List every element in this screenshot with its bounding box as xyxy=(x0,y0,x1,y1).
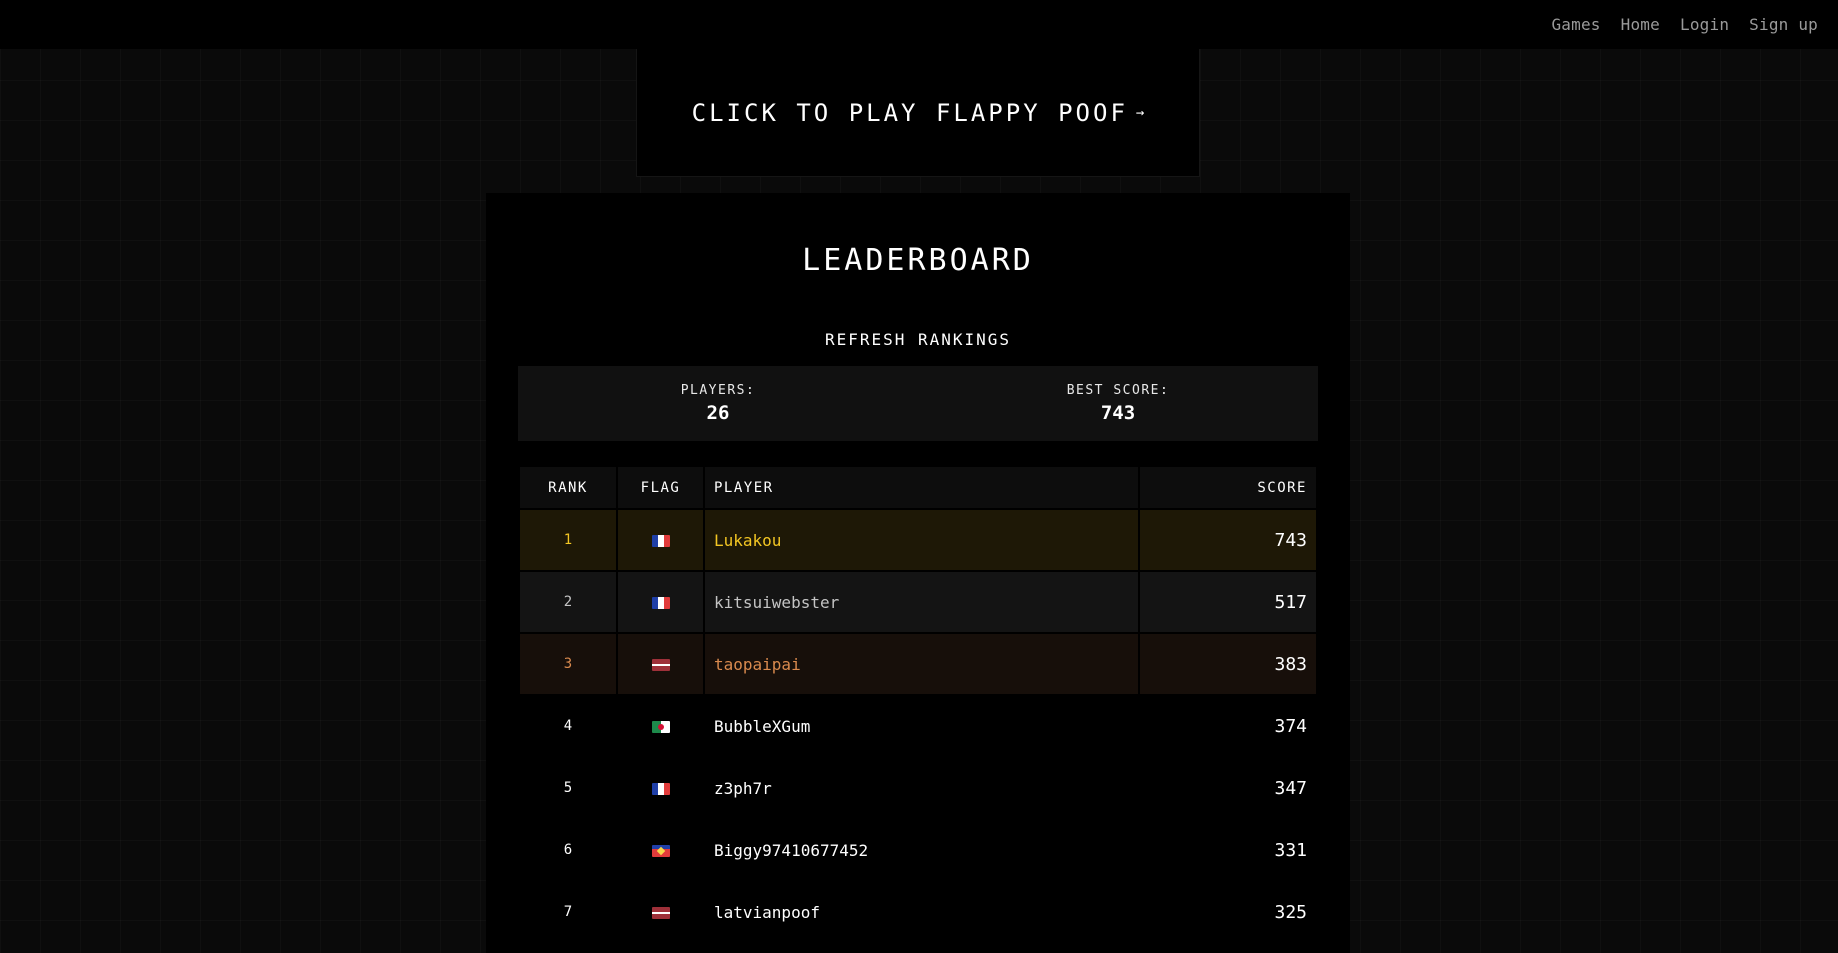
table-row: 5 z3ph7r 347 xyxy=(520,758,1316,818)
player-name: z3ph7r xyxy=(714,778,772,798)
rank-cell: 2 xyxy=(563,594,573,610)
nav-link-login[interactable]: Login xyxy=(1680,15,1729,34)
leaderboard-panel: LEADERBOARD REFRESH RANKINGS PLAYERS: 26… xyxy=(486,193,1350,953)
flag-icon xyxy=(651,783,670,795)
players-label: PLAYERS: xyxy=(680,383,756,398)
player-name: latvianpoof xyxy=(714,902,820,922)
table-row: 2 kitsuiwebster 517 xyxy=(520,572,1316,632)
player-name: Lukakou xyxy=(714,530,782,550)
player-name: Biggy97410677452 xyxy=(714,840,869,860)
play-game-label: CLICK TO PLAY FLAPPY POOF xyxy=(691,98,1128,127)
column-header-player: PLAYER xyxy=(705,467,1138,508)
column-header-flag: FLAG xyxy=(618,467,703,508)
flag-icon xyxy=(651,845,670,857)
score-cell: 374 xyxy=(1140,696,1316,756)
players-count: 26 xyxy=(706,402,730,424)
score-cell: 743 xyxy=(1140,510,1316,570)
best-score-value: 743 xyxy=(1100,402,1136,424)
leaderboard-table: RANK FLAG PLAYER SCORE 1 Lukakou 743 2 k… xyxy=(518,465,1318,944)
nav-links: Games Home Login Sign up xyxy=(1551,0,1818,49)
top-nav-bar: Games Home Login Sign up xyxy=(0,0,1838,49)
best-score-stat: BEST SCORE: 743 xyxy=(918,366,1318,441)
player-name: BubbleXGum xyxy=(714,716,811,736)
player-name: kitsuiwebster xyxy=(714,592,840,612)
nav-link-home[interactable]: Home xyxy=(1621,15,1660,34)
table-row: 3 taopaipai 383 xyxy=(520,634,1316,694)
nav-link-signup[interactable]: Sign up xyxy=(1749,15,1818,34)
rank-cell: 3 xyxy=(563,656,573,672)
rank-cell: 4 xyxy=(563,718,573,734)
nav-link-games[interactable]: Games xyxy=(1551,15,1600,34)
table-row: 4 BubbleXGum 374 xyxy=(520,696,1316,756)
score-cell: 325 xyxy=(1140,882,1316,942)
rank-cell: 1 xyxy=(563,532,573,548)
column-header-score: SCORE xyxy=(1140,467,1316,508)
flag-icon xyxy=(651,721,670,733)
table-row: 6 Biggy97410677452 331 xyxy=(520,820,1316,880)
play-game-button[interactable]: CLICK TO PLAY FLAPPY POOF → xyxy=(636,49,1200,177)
flag-icon xyxy=(651,535,670,547)
column-header-rank: RANK xyxy=(520,467,616,508)
table-row: 7 latvianpoof 325 xyxy=(520,882,1316,942)
rank-cell: 5 xyxy=(563,780,573,796)
table-header-row: RANK FLAG PLAYER SCORE xyxy=(520,467,1316,508)
flag-icon xyxy=(651,659,670,671)
players-stat: PLAYERS: 26 xyxy=(518,366,918,441)
refresh-rankings-button[interactable]: REFRESH RANKINGS xyxy=(486,330,1350,349)
leaderboard-title: LEADERBOARD xyxy=(802,243,1034,278)
score-cell: 517 xyxy=(1140,572,1316,632)
stats-bar: PLAYERS: 26 BEST SCORE: 743 xyxy=(518,366,1318,441)
score-cell: 331 xyxy=(1140,820,1316,880)
score-cell: 347 xyxy=(1140,758,1316,818)
flag-icon xyxy=(651,597,670,609)
score-cell: 383 xyxy=(1140,634,1316,694)
rank-cell: 6 xyxy=(563,842,573,858)
best-score-label: BEST SCORE: xyxy=(1066,383,1170,398)
flag-icon xyxy=(651,907,670,919)
rank-cell: 7 xyxy=(563,904,573,920)
table-row: 1 Lukakou 743 xyxy=(520,510,1316,570)
arrow-right-icon: → xyxy=(1135,104,1145,121)
player-name: taopaipai xyxy=(714,654,801,674)
